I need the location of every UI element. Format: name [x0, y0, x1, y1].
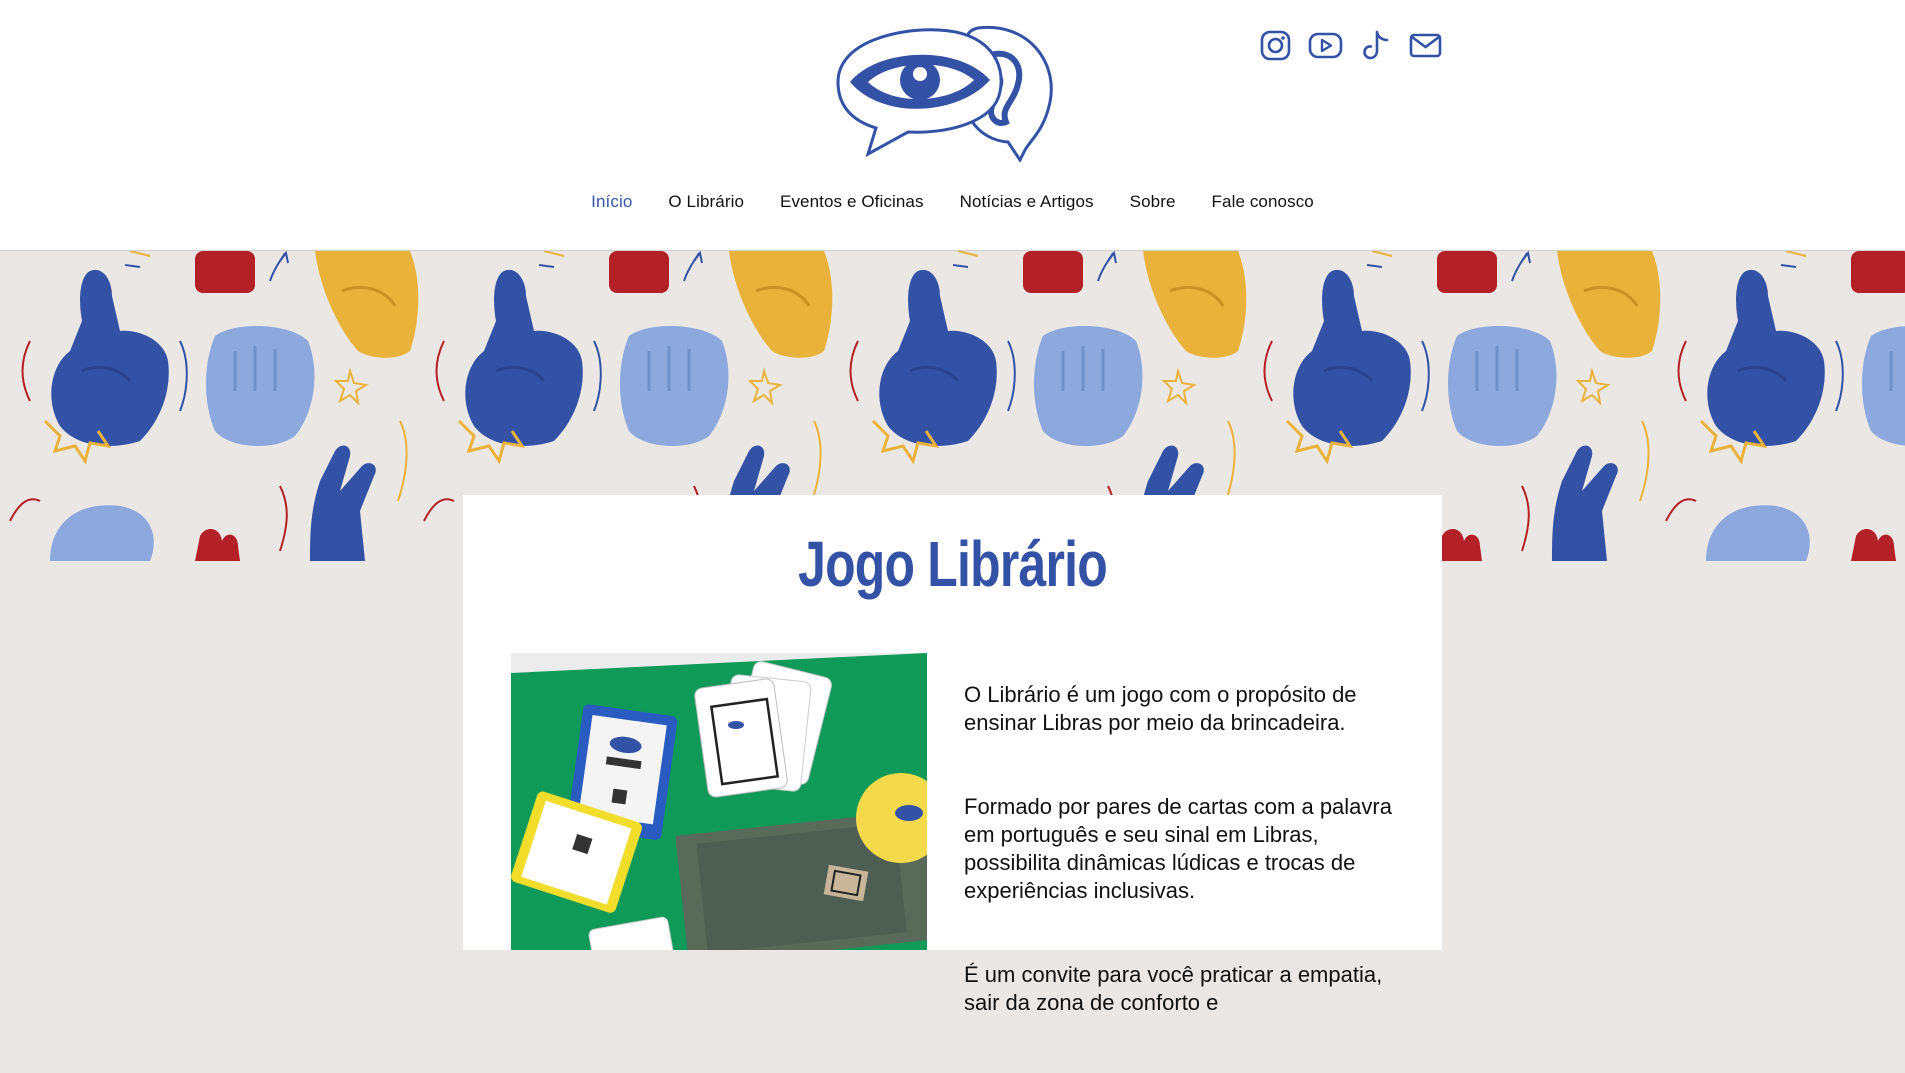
social-links: [1258, 28, 1443, 63]
description-paragraph-1: O Librário é um jogo com o propósito de …: [964, 682, 1357, 735]
youtube-icon[interactable]: [1308, 28, 1343, 63]
main-nav: Início O Librário Eventos e Oficinas Not…: [0, 188, 1905, 216]
tiktok-icon[interactable]: [1358, 28, 1393, 63]
content-card: Jogo Librário O Librário é um jogo com o…: [463, 495, 1442, 1015]
nav-item-noticias-artigos[interactable]: Notícias e Artigos: [942, 188, 1112, 216]
logo-eye-ear-icon: [836, 25, 1053, 163]
logo[interactable]: [828, 22, 1074, 163]
description-paragraph-3: É um convite para você praticar a empati…: [964, 962, 1383, 1015]
page-title: Jogo Librário: [798, 528, 1108, 600]
card-game-photo-illustration: [511, 653, 927, 950]
nav-item-sobre[interactable]: Sobre: [1112, 188, 1194, 216]
instagram-icon[interactable]: [1258, 28, 1293, 63]
site-header: Início O Librário Eventos e Oficinas Not…: [0, 0, 1905, 250]
nav-item-o-librario[interactable]: O Librário: [650, 188, 762, 216]
nav-item-fale-conosco[interactable]: Fale conosco: [1194, 188, 1332, 216]
nav-item-eventos-oficinas[interactable]: Eventos e Oficinas: [762, 188, 942, 216]
game-photo: [511, 653, 927, 950]
description-text: O Librário é um jogo com o propósito de …: [964, 653, 1404, 1073]
email-icon[interactable]: [1408, 28, 1443, 63]
nav-item-inicio[interactable]: Início: [573, 188, 650, 216]
description-paragraph-2: Formado por pares de cartas com a palavr…: [964, 794, 1392, 903]
